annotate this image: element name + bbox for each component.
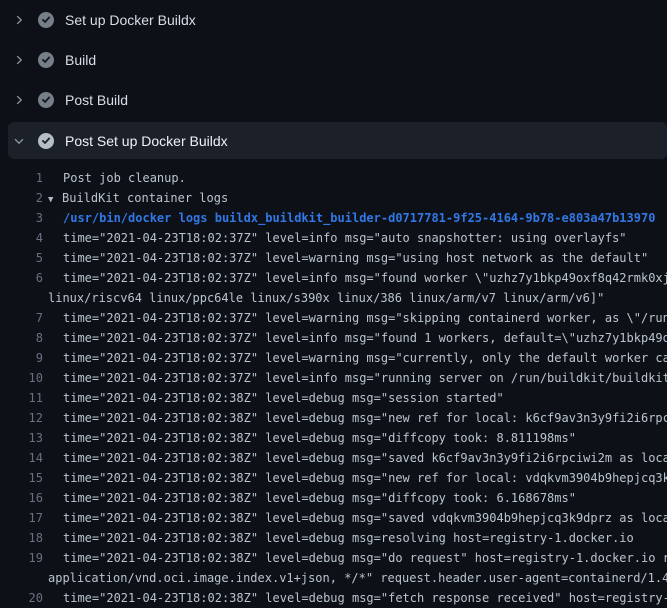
line-number[interactable]: 19 bbox=[0, 548, 43, 568]
check-circle-icon bbox=[38, 133, 54, 149]
log-row: 17time="2021-04-23T18:02:38Z" level=debu… bbox=[0, 508, 667, 528]
chevron-right-icon bbox=[13, 14, 25, 26]
line-number[interactable]: 1 bbox=[0, 168, 43, 188]
chevron-down-icon bbox=[13, 135, 25, 147]
log-text: time="2021-04-23T18:02:37Z" level=info m… bbox=[43, 228, 627, 248]
line-number[interactable]: 3 bbox=[0, 208, 43, 228]
log-text: time="2021-04-23T18:02:37Z" level=warnin… bbox=[43, 308, 667, 328]
log-row: 4time="2021-04-23T18:02:37Z" level=info … bbox=[0, 228, 667, 248]
log-row: 3/usr/bin/docker logs buildx_buildkit_bu… bbox=[0, 208, 667, 228]
log-row: 12time="2021-04-23T18:02:38Z" level=debu… bbox=[0, 408, 667, 428]
log-row: 5time="2021-04-23T18:02:37Z" level=warni… bbox=[0, 248, 667, 268]
chevron-right-icon bbox=[13, 94, 25, 106]
line-number[interactable]: 17 bbox=[0, 508, 43, 528]
group-title: BuildKit container logs bbox=[62, 191, 228, 205]
chevron-right-icon bbox=[13, 54, 25, 66]
log-row: 11time="2021-04-23T18:02:38Z" level=debu… bbox=[0, 388, 667, 408]
log-text: time="2021-04-23T18:02:37Z" level=warnin… bbox=[43, 248, 648, 268]
line-number[interactable]: 4 bbox=[0, 228, 43, 248]
line-number[interactable]: 8 bbox=[0, 328, 43, 348]
log-row: 16time="2021-04-23T18:02:38Z" level=debu… bbox=[0, 488, 667, 508]
log-text: time="2021-04-23T18:02:38Z" level=debug … bbox=[43, 428, 576, 448]
log-text: Post job cleanup. bbox=[43, 168, 186, 188]
log-text: time="2021-04-23T18:02:38Z" level=debug … bbox=[43, 468, 667, 488]
step-title: Post Set up Docker Buildx bbox=[65, 133, 228, 149]
step-header-post-set-up-docker-buildx[interactable]: Post Set up Docker Buildx bbox=[8, 122, 667, 159]
line-number[interactable]: 9 bbox=[0, 348, 43, 368]
line-number bbox=[0, 288, 43, 308]
line-number[interactable]: 6 bbox=[0, 268, 43, 288]
log-lines: 1Post job cleanup.2▼BuildKit container l… bbox=[0, 160, 667, 608]
check-circle-icon bbox=[38, 92, 54, 108]
log-text: time="2021-04-23T18:02:38Z" level=debug … bbox=[43, 488, 576, 508]
line-number[interactable]: 18 bbox=[0, 528, 43, 548]
log-text: linux/riscv64 linux/ppc64le linux/s390x … bbox=[43, 288, 604, 308]
check-circle-icon bbox=[38, 52, 54, 68]
log-row: 8time="2021-04-23T18:02:37Z" level=info … bbox=[0, 328, 667, 348]
log-text: time="2021-04-23T18:02:38Z" level=debug … bbox=[43, 448, 667, 468]
line-number[interactable]: 20 bbox=[0, 588, 43, 608]
log-command-text: /usr/bin/docker logs buildx_buildkit_bui… bbox=[43, 208, 655, 228]
log-text: time="2021-04-23T18:02:38Z" level=debug … bbox=[43, 528, 634, 548]
log-row: 14time="2021-04-23T18:02:38Z" level=debu… bbox=[0, 448, 667, 468]
log-row: 15time="2021-04-23T18:02:38Z" level=debu… bbox=[0, 468, 667, 488]
log-text: time="2021-04-23T18:02:38Z" level=debug … bbox=[43, 388, 504, 408]
line-number[interactable]: 7 bbox=[0, 308, 43, 328]
line-number[interactable]: 2 bbox=[0, 188, 43, 208]
step-header-build[interactable]: Build bbox=[0, 40, 667, 80]
line-number[interactable]: 16 bbox=[0, 488, 43, 508]
log-text: application/vnd.oci.image.index.v1+json,… bbox=[43, 568, 667, 588]
step-header-post-build[interactable]: Post Build bbox=[0, 80, 667, 120]
log-text: time="2021-04-23T18:02:37Z" level=info m… bbox=[43, 368, 667, 388]
log-text: time="2021-04-23T18:02:37Z" level=warnin… bbox=[43, 348, 667, 368]
step-title: Set up Docker Buildx bbox=[65, 12, 196, 28]
log-text: time="2021-04-23T18:02:38Z" level=debug … bbox=[43, 408, 667, 428]
line-number[interactable]: 14 bbox=[0, 448, 43, 468]
log-row: 20time="2021-04-23T18:02:38Z" level=debu… bbox=[0, 588, 667, 608]
log-text: time="2021-04-23T18:02:38Z" level=debug … bbox=[43, 548, 667, 568]
log-row: 10time="2021-04-23T18:02:37Z" level=info… bbox=[0, 368, 667, 388]
line-number[interactable]: 13 bbox=[0, 428, 43, 448]
log-row: 6time="2021-04-23T18:02:37Z" level=info … bbox=[0, 268, 667, 288]
log-row: 2▼BuildKit container logs bbox=[0, 188, 667, 208]
log-text: time="2021-04-23T18:02:38Z" level=debug … bbox=[43, 588, 667, 608]
step-header-set-up-docker-buildx[interactable]: Set up Docker Buildx bbox=[0, 0, 667, 40]
log-row: 19time="2021-04-23T18:02:38Z" level=debu… bbox=[0, 548, 667, 568]
log-row: 18time="2021-04-23T18:02:38Z" level=debu… bbox=[0, 528, 667, 548]
line-number[interactable]: 5 bbox=[0, 248, 43, 268]
log-text: time="2021-04-23T18:02:38Z" level=debug … bbox=[43, 508, 667, 528]
log-row: linux/riscv64 linux/ppc64le linux/s390x … bbox=[0, 288, 667, 308]
step-title: Build bbox=[65, 52, 96, 68]
step-title: Post Build bbox=[65, 92, 128, 108]
line-number bbox=[0, 568, 43, 588]
log-text: time="2021-04-23T18:02:37Z" level=info m… bbox=[43, 328, 667, 348]
job-steps-list: Set up Docker Buildx Build Post Build Po… bbox=[0, 0, 667, 608]
log-row: 13time="2021-04-23T18:02:38Z" level=debu… bbox=[0, 428, 667, 448]
check-circle-icon bbox=[38, 12, 54, 28]
log-text: time="2021-04-23T18:02:37Z" level=info m… bbox=[43, 268, 667, 288]
log-text: ▼BuildKit container logs bbox=[43, 188, 228, 208]
log-row: 9time="2021-04-23T18:02:37Z" level=warni… bbox=[0, 348, 667, 368]
log-row: 1Post job cleanup. bbox=[0, 168, 667, 188]
line-number[interactable]: 12 bbox=[0, 408, 43, 428]
line-number[interactable]: 10 bbox=[0, 368, 43, 388]
line-number[interactable]: 15 bbox=[0, 468, 43, 488]
line-number[interactable]: 11 bbox=[0, 388, 43, 408]
group-toggle-icon[interactable]: ▼ bbox=[48, 190, 62, 210]
log-row: application/vnd.oci.image.index.v1+json,… bbox=[0, 568, 667, 588]
log-row: 7time="2021-04-23T18:02:37Z" level=warni… bbox=[0, 308, 667, 328]
